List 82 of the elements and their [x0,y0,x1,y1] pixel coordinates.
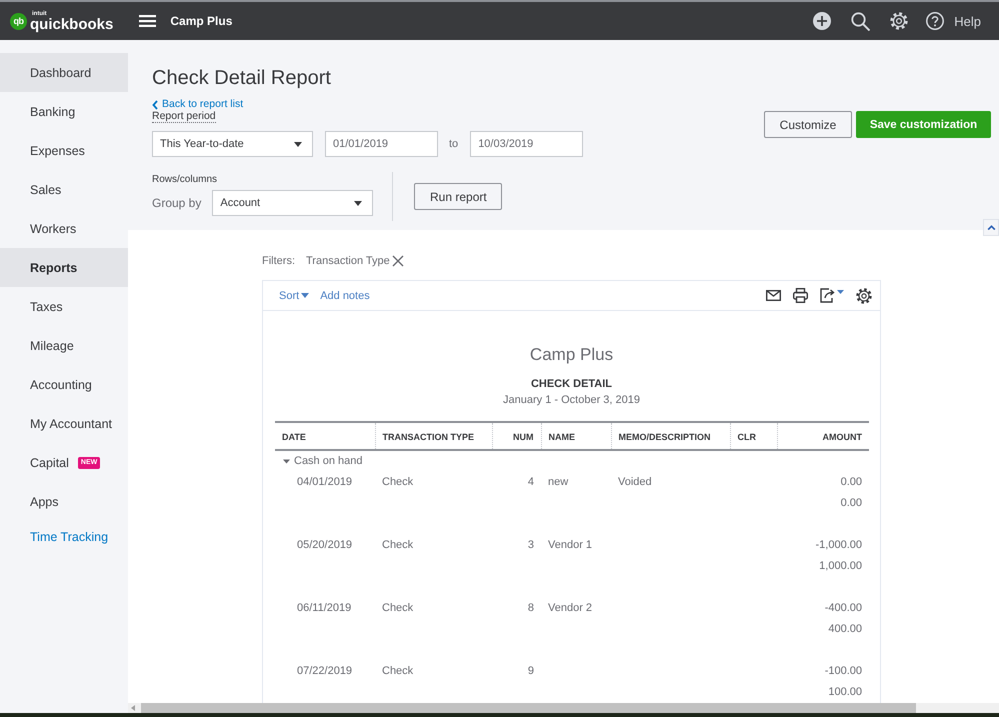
export-icon[interactable] [820,288,844,303]
mail-icon[interactable] [766,290,781,301]
table-cell-text: 0.00 [840,474,863,490]
to-label: to [449,138,458,150]
table-cell-text: Check [381,664,414,678]
group-by-label: Group by [152,196,202,210]
report-company-name: Camp Plus [528,345,614,365]
help-button[interactable]: Help [926,12,981,30]
scroll-to-top-button[interactable] [983,219,999,236]
column-header[interactable]: AMOUNT [777,422,869,450]
search-icon[interactable] [851,12,870,30]
table-cell-text: new [547,474,570,490]
table-cell-text: 1,000.00 [818,558,863,574]
sort-button[interactable]: Sort [279,290,310,302]
group-name: Cash on hand [294,455,362,467]
logo-wordmark[interactable]: quickbooks [30,16,114,32]
column-header[interactable]: DATE [275,422,375,450]
sidebar-item[interactable]: My Accountant [0,404,128,443]
print-icon[interactable] [793,288,808,303]
table-cell-text: -100.00 [824,664,863,678]
sidebar-item[interactable]: Dashboard [0,53,128,92]
sidebar-item[interactable]: Banking [0,92,128,131]
table-cell-text: 3 [526,538,535,552]
report-date-range: January 1 - October 3, 2019 [502,393,641,407]
sidebar-item[interactable]: Mileage [0,326,128,365]
table-cell-text: -1,000.00 [814,538,863,552]
table-cell-text: Voided [617,474,653,490]
end-date-field[interactable]: 10/03/2019 [470,131,584,157]
table-cell-text: Vendor 1 [547,538,594,552]
table-cell-text: Vendor 2 [547,600,594,616]
menu-icon[interactable] [139,15,156,27]
table-cell-text: 0.00 [840,496,863,510]
table-cell-text: Check [381,474,414,490]
table-cell-text: Check [381,538,414,552]
caret-down-icon [294,142,302,146]
sidebar-item[interactable]: Accounting [0,365,128,404]
report-title: CHECK DETAIL [530,377,614,391]
sidebar-item[interactable]: Time Tracking [0,521,128,553]
caret-down-icon [301,293,310,298]
help-icon [926,12,944,30]
caret-up-icon [986,225,996,230]
sidebar-item[interactable]: Apps [0,482,128,521]
sidebar-item[interactable]: Workers [0,209,128,248]
table-cell-text: 05/20/2019 [296,538,354,552]
caret-icon[interactable] [283,458,290,465]
table-cell-text: 04/01/2019 [296,474,354,490]
close-icon[interactable] [392,255,404,267]
start-date-field[interactable]: 01/01/2019 [325,131,438,157]
sidebar-item[interactable]: Sales [0,170,128,209]
column-header[interactable]: NUM [492,422,541,450]
page-title: Check Detail Report [152,66,331,90]
add-notes-button[interactable]: Add notes [320,290,370,302]
table-cell-text: 100.00 [827,684,863,700]
sidebar-item[interactable]: Expenses [0,131,128,170]
table-cell-text: 07/22/2019 [296,664,354,678]
back-link[interactable]: Back to report list [152,98,244,111]
rows-columns-label: Rows/columns [152,173,218,187]
company-name: Camp Plus [170,14,232,28]
table-cell-text: 8 [526,600,535,616]
sidebar-item[interactable]: Reports [0,248,128,287]
filter-value: Transaction Type [306,255,390,267]
table-cell-text: 9 [526,664,535,678]
table-cell-text: 4 [526,474,535,490]
sidebar-item[interactable]: Taxes [0,287,128,326]
table-cell-text: 06/11/2019 [296,600,352,616]
filters-label: Filters: [262,255,295,267]
column-header[interactable]: CLR [730,422,777,450]
settings-icon[interactable] [856,288,872,304]
table-cell-text: 400.00 [827,622,863,636]
report-period-label[interactable]: Report period [152,111,216,123]
column-header[interactable]: MEMO/DESCRIPTION [611,422,730,450]
customize-button[interactable]: Customize [764,111,852,138]
table-cell-text: Check [381,600,414,616]
caret-down-icon [354,200,362,206]
column-header[interactable]: TRANSACTION TYPE [375,422,492,450]
period-select[interactable]: This Year-to-date [152,131,313,157]
plus-icon[interactable] [813,12,832,30]
table-cell-text: -400.00 [824,600,863,616]
group-by-select[interactable]: Account [212,190,374,216]
column-header[interactable]: NAME [541,422,611,450]
chevron-left-icon [152,100,158,110]
run-report-button[interactable]: Run report [414,183,502,210]
